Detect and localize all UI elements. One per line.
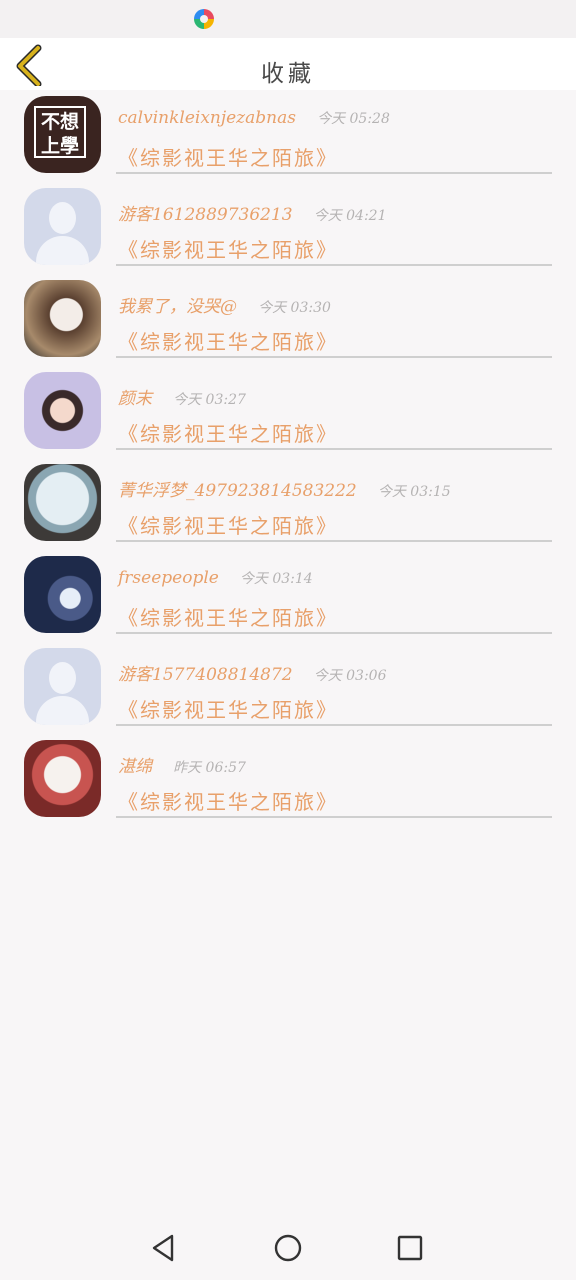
favorites-list: 不想上學 calvinkleixnjezabnas 今天 05:28 《综影视王… (0, 92, 576, 828)
timestamp: 今天 03:15 (377, 484, 451, 500)
name-line: frseepeople 今天 03:14 (118, 568, 313, 588)
timestamp: 今天 03:30 (258, 300, 331, 316)
avatar[interactable] (24, 556, 101, 633)
page-title: 收藏 (261, 61, 315, 87)
username[interactable]: 菁华浮梦_497923814583222 (118, 481, 357, 501)
default-avatar[interactable] (24, 188, 101, 265)
timestamp: 今天 03:27 (173, 392, 246, 408)
timestamp: 今天 03:06 (313, 668, 387, 684)
timestamp: 今天 03:14 (239, 571, 313, 587)
divider (116, 172, 552, 174)
book-title[interactable]: 《综影视王华之陌旅》 (118, 326, 338, 355)
avatar[interactable] (24, 464, 101, 541)
name-line: 游客1612889736213 今天 04:21 (118, 200, 387, 225)
divider (116, 448, 552, 450)
name-line: 颜末 今天 03:27 (118, 384, 246, 409)
username[interactable]: 湛绵 (118, 757, 152, 777)
username[interactable]: 游客1612889736213 (118, 205, 293, 225)
list-item[interactable]: 我累了，没哭@ 今天 03:30 《综影视王华之陌旅》 (0, 276, 576, 368)
timestamp: 昨天 06:57 (173, 760, 246, 776)
list-item[interactable]: 颜末 今天 03:27 《综影视王华之陌旅》 (0, 368, 576, 460)
list-item[interactable]: 游客1612889736213 今天 04:21 《综影视王华之陌旅》 (0, 184, 576, 276)
username[interactable]: frseepeople (118, 568, 219, 588)
book-title[interactable]: 《综影视王华之陌旅》 (118, 234, 338, 263)
app-notification-icon (194, 9, 214, 29)
home-circle-icon (274, 1234, 302, 1262)
list-item[interactable]: 游客1577408814872 今天 03:06 《综影视王华之陌旅》 (0, 644, 576, 736)
divider (116, 724, 552, 726)
timestamp: 今天 04:21 (313, 208, 387, 224)
list-item[interactable]: 湛绵 昨天 06:57 《综影视王华之陌旅》 (0, 736, 576, 828)
username[interactable]: 颜末 (118, 389, 152, 409)
system-nav-bar (0, 1216, 576, 1280)
book-title[interactable]: 《综影视王华之陌旅》 (118, 694, 338, 723)
list-item[interactable]: 菁华浮梦_497923814583222 今天 03:15 《综影视王华之陌旅》 (0, 460, 576, 552)
divider (116, 540, 552, 542)
divider (116, 356, 552, 358)
avatar[interactable] (24, 280, 101, 357)
username[interactable]: calvinkleixnjezabnas (118, 108, 296, 128)
avatar[interactable] (24, 372, 101, 449)
divider (116, 264, 552, 266)
name-line: 湛绵 昨天 06:57 (118, 752, 246, 777)
status-bar (0, 0, 576, 38)
top-bar: 收藏 (0, 38, 576, 90)
book-title[interactable]: 《综影视王华之陌旅》 (118, 602, 338, 631)
timestamp: 今天 05:28 (317, 111, 390, 127)
list-item[interactable]: 不想上學 calvinkleixnjezabnas 今天 05:28 《综影视王… (0, 92, 576, 184)
default-avatar[interactable] (24, 648, 101, 725)
back-triangle-icon (152, 1234, 174, 1262)
book-title[interactable]: 《综影视王华之陌旅》 (118, 418, 338, 447)
book-title[interactable]: 《综影视王华之陌旅》 (118, 786, 338, 815)
avatar[interactable]: 不想上學 (24, 96, 101, 173)
book-title[interactable]: 《综影视王华之陌旅》 (118, 142, 338, 171)
name-line: 菁华浮梦_497923814583222 今天 03:15 (118, 476, 451, 501)
list-item[interactable]: frseepeople 今天 03:14 《综影视王华之陌旅》 (0, 552, 576, 644)
username[interactable]: 我累了，没哭@ (118, 297, 237, 317)
nav-home-button[interactable] (272, 1232, 304, 1264)
name-line: 我累了，没哭@ 今天 03:30 (118, 292, 331, 317)
avatar-sign-text: 不想上學 (34, 106, 86, 158)
recents-square-icon (397, 1235, 423, 1261)
nav-back-button[interactable] (148, 1232, 180, 1264)
nav-recents-button[interactable] (394, 1232, 426, 1264)
name-line: 游客1577408814872 今天 03:06 (118, 660, 387, 685)
username[interactable]: 游客1577408814872 (118, 665, 293, 685)
divider (116, 632, 552, 634)
divider (116, 816, 552, 818)
avatar[interactable] (24, 740, 101, 817)
book-title[interactable]: 《综影视王华之陌旅》 (118, 510, 338, 539)
name-line: calvinkleixnjezabnas 今天 05:28 (118, 108, 390, 128)
